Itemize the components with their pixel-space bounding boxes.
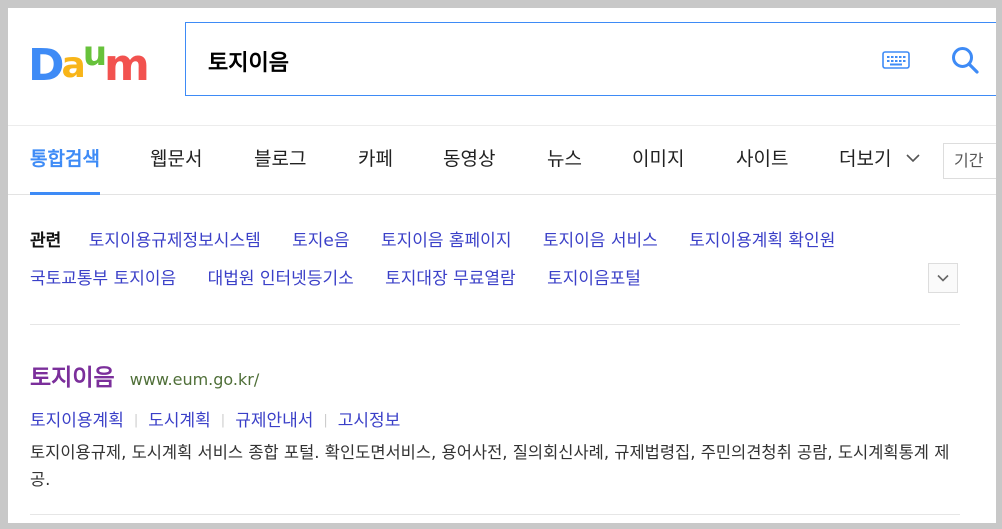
result-title[interactable]: 토지이음 [30, 365, 115, 391]
logo-letter-a: a [61, 45, 86, 86]
chevron-down-icon [905, 153, 920, 162]
separator: | [220, 413, 226, 428]
result-sublinks: 토지이용계획 | 도시계획 | 규제안내서 | 고시정보 [30, 406, 960, 431]
related-link[interactable]: 국토교통부 토지이음 [30, 269, 176, 289]
daum-logo[interactable]: D a u m [28, 34, 158, 91]
tab-cafe[interactable]: 카페 [358, 126, 393, 195]
related-link[interactable]: 토지이음포털 [547, 269, 641, 289]
chevron-down-icon [937, 274, 949, 282]
related-link[interactable]: 대법원 인터넷등기소 [208, 269, 354, 289]
related-link[interactable]: 토지대장 무료열람 [385, 269, 516, 289]
tab-web[interactable]: 웹문서 [150, 126, 202, 195]
search-tabs: 통합검색 웹문서 블로그 카페 동영상 뉴스 이미지 사이트 더보기 기간 [8, 125, 996, 195]
related-link[interactable]: 토지이용계획 확인원 [689, 231, 835, 251]
tab-more-label: 더보기 [839, 148, 892, 170]
tab-video[interactable]: 동영상 [443, 126, 495, 195]
result-header: 토지이음 www.eum.go.kr/ [30, 358, 960, 392]
related-link[interactable]: 토지이음 홈페이지 [381, 231, 512, 251]
separator: | [323, 413, 328, 428]
divider [30, 324, 960, 325]
result-sublink[interactable]: 고시정보 [338, 411, 401, 431]
related-row-2: 국토교통부 토지이음 대법원 인터넷등기소 토지대장 무료열람 토지이음포털 [30, 266, 960, 304]
result-description: 토지이용규제, 도시계획 서비스 종합 포털. 확인도면서비스, 용어사전, 질… [30, 443, 950, 489]
search-input[interactable] [208, 45, 808, 77]
tab-news[interactable]: 뉴스 [547, 126, 582, 195]
divider [30, 514, 960, 515]
related-link[interactable]: 토지e음 [292, 231, 349, 251]
separator: | [133, 413, 139, 428]
logo-letter-m: m [104, 40, 150, 91]
related-searches: 관련 토지이용규제정보시스템 토지e음 토지이음 홈페이지 토지이음 서비스 토… [30, 228, 960, 304]
header: D a u m [8, 8, 996, 125]
related-link[interactable]: 토지이용규제정보시스템 [89, 231, 261, 251]
related-title: 관련 [30, 231, 62, 251]
tab-image[interactable]: 이미지 [632, 126, 684, 195]
search-result: 토지이음 www.eum.go.kr/ 토지이용계획 | 도시계획 | 규제안내서 | 고시… [30, 358, 960, 493]
tab-more[interactable]: 더보기 [839, 126, 920, 195]
result-sublink[interactable]: 토지이용계획 [30, 411, 124, 431]
related-expand-button[interactable] [928, 263, 958, 293]
page-frame: D a u m 통합검색 웹문서 블로그 카페 [8, 8, 996, 523]
search-box [185, 22, 996, 96]
search-icon[interactable] [950, 45, 980, 75]
related-link[interactable]: 토지이음 서비스 [543, 231, 658, 251]
related-row-1: 관련 토지이용규제정보시스템 토지e음 토지이음 홈페이지 토지이음 서비스 토… [30, 228, 960, 266]
tab-all[interactable]: 통합검색 [30, 126, 100, 195]
logo-letter-u: u [82, 34, 107, 74]
period-filter[interactable]: 기간 [943, 143, 996, 179]
logo-letter-d: D [28, 40, 64, 91]
tab-blog[interactable]: 블로그 [254, 126, 306, 195]
result-url[interactable]: www.eum.go.kr/ [130, 370, 260, 389]
result-sublink[interactable]: 규제안내서 [235, 411, 313, 431]
keyboard-icon[interactable] [882, 50, 910, 70]
tab-site[interactable]: 사이트 [736, 126, 788, 195]
result-sublink[interactable]: 도시계획 [148, 411, 211, 431]
